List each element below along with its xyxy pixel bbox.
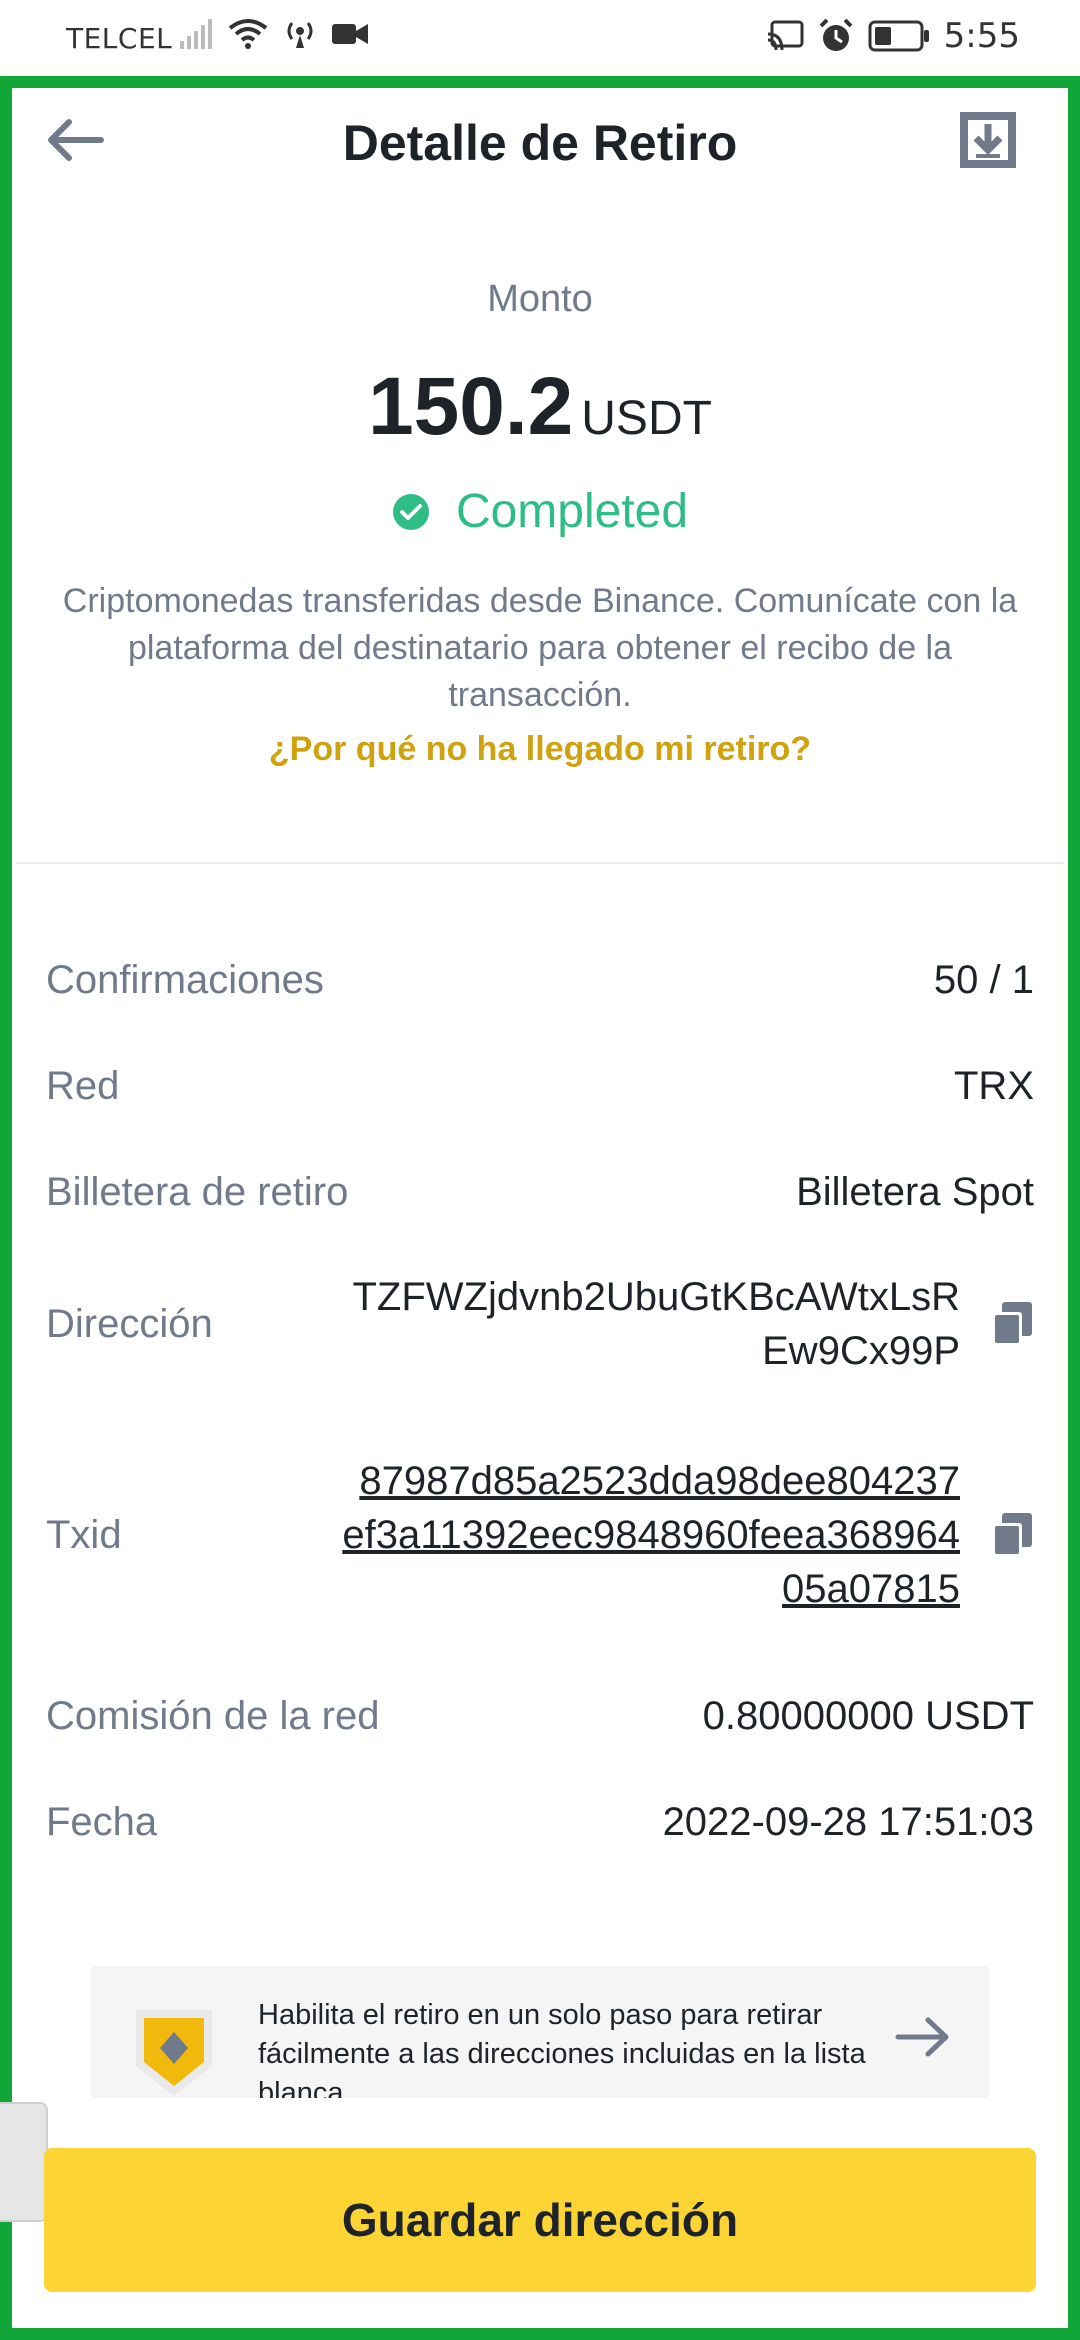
fee-label: Comisión de la red <box>46 1694 380 1738</box>
status-icons-left <box>180 18 368 50</box>
amount-value: 150.2 <box>368 361 574 452</box>
arrow-right-icon <box>895 2017 949 2057</box>
status-row: Completed <box>0 484 1080 539</box>
amount-label: Monto <box>487 278 593 320</box>
banner-text: Habilita el retiro en un solo paso para … <box>258 1999 866 2098</box>
confirmations-value: 50 / 1 <box>933 958 1034 1002</box>
description-text: Criptomonedas transferidas desde Binance… <box>62 582 1018 714</box>
address-value: TZFWZjdvnb2UbuGtKBcAWtxLsREw9Cx99P <box>352 1275 960 1373</box>
wallet-label: Billetera de retiro <box>46 1170 349 1214</box>
detail-row-network: Red TRX <box>46 1064 1034 1109</box>
txid-value-wrap: 87987d85a2523dda98dee804237ef3a11392eec9… <box>340 1454 1034 1616</box>
video-icon <box>332 24 368 44</box>
wallet-value: Billetera Spot <box>796 1170 1034 1214</box>
share-button[interactable] <box>956 108 1020 172</box>
copy-icon[interactable] <box>990 1300 1034 1348</box>
copy-icon[interactable] <box>990 1511 1034 1559</box>
signal-icon <box>180 19 212 49</box>
carrier-label: TELCEL <box>66 22 173 55</box>
share-export-icon <box>960 112 1016 168</box>
status-bar: TELCEL 5:55 <box>0 0 1080 76</box>
detail-row-address: Dirección TZFWZjdvnb2UbuGtKBcAWtxLsREw9C… <box>46 1270 1034 1378</box>
battery-icon <box>868 20 929 52</box>
hotspot-icon <box>287 22 313 48</box>
network-label: Red <box>46 1064 120 1108</box>
address-label: Dirección <box>46 1301 213 1346</box>
status-text: Completed <box>455 485 689 538</box>
side-drawer-handle[interactable] <box>0 2102 48 2222</box>
amount-unit: USDT <box>581 392 712 445</box>
address-value-wrap: TZFWZjdvnb2UbuGtKBcAWtxLsREw9Cx99P <box>340 1270 1034 1378</box>
date-value: 2022-09-28 17:51:03 <box>662 1800 1034 1844</box>
header: Detalle de Retiro <box>12 88 1068 198</box>
alarm-icon <box>819 18 853 51</box>
txid-link[interactable]: 87987d85a2523dda98dee804237ef3a11392eec9… <box>340 1454 960 1616</box>
fee-value: 0.80000000 USDT <box>702 1694 1034 1738</box>
confirmations-label: Confirmaciones <box>46 958 324 1002</box>
save-address-button[interactable]: Guardar dirección <box>44 2148 1036 2292</box>
detail-row-wallet: Billetera de retiro Billetera Spot <box>46 1170 1034 1215</box>
help-link[interactable]: ¿Por qué no ha llegado mi retiro? <box>0 730 1080 769</box>
network-value: TRX <box>954 1064 1034 1108</box>
clock: 5:55 <box>943 16 1020 56</box>
cast-icon <box>767 20 804 51</box>
divider <box>16 862 1064 864</box>
wifi-icon <box>228 19 268 49</box>
txid-label: Txid <box>46 1512 122 1557</box>
whitelist-banner[interactable]: Habilita el retiro en un solo paso para … <box>90 1966 990 2098</box>
page-title: Detalle de Retiro <box>342 115 738 171</box>
shield-icon <box>136 2010 212 2096</box>
status-icons-right: 5:55 <box>767 16 1020 56</box>
detail-row-txid: Txid 87987d85a2523dda98dee804237ef3a1139… <box>46 1454 1034 1616</box>
check-circle-icon <box>392 493 429 530</box>
date-label: Fecha <box>46 1800 158 1844</box>
detail-row-fee: Comisión de la red 0.80000000 USDT <box>46 1694 1034 1739</box>
detail-row-date: Fecha 2022-09-28 17:51:03 <box>46 1800 1034 1845</box>
amount-display: 150.2 USDT <box>0 360 1080 454</box>
detail-row-confirmations: Confirmaciones 50 / 1 <box>46 958 1034 1003</box>
